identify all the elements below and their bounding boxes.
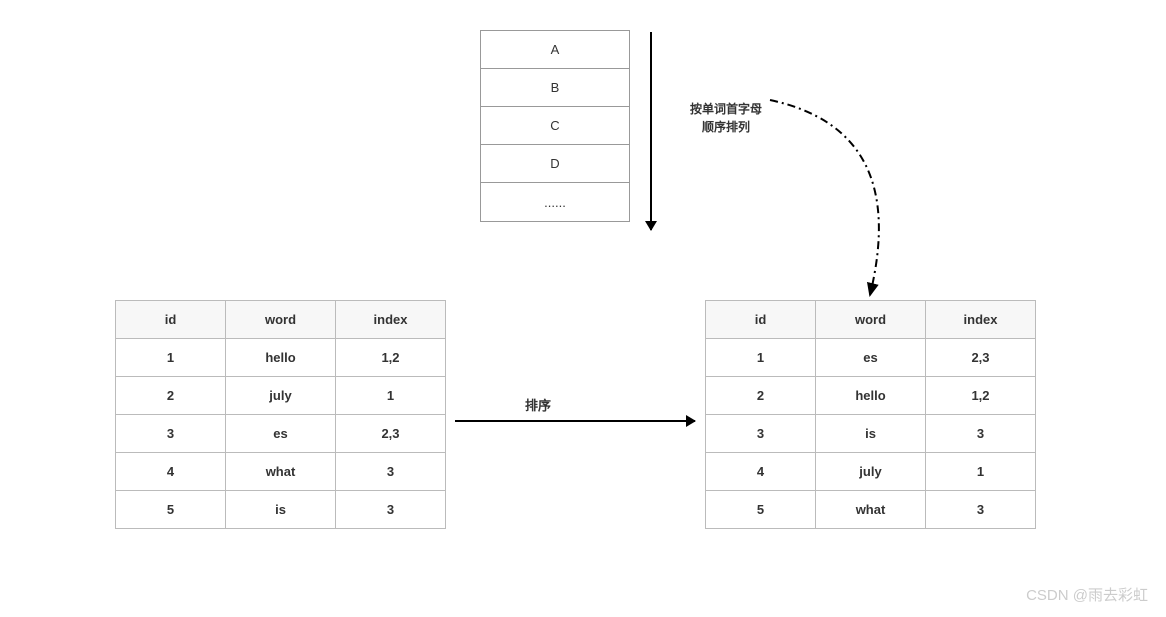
col-header-word: word	[816, 301, 926, 339]
alphabet-list: A B C D ......	[480, 30, 630, 222]
table-row: 4 july 1	[706, 453, 1036, 491]
cell-index: 1,2	[926, 377, 1036, 415]
col-header-index: index	[926, 301, 1036, 339]
table-row: 1 es 2,3	[706, 339, 1036, 377]
alpha-cell: A	[481, 31, 629, 69]
alpha-sort-label-line1: 按单词首字母	[690, 102, 762, 116]
cell-index: 3	[336, 453, 446, 491]
cell-index: 3	[336, 491, 446, 529]
cell-index: 3	[926, 415, 1036, 453]
cell-id: 3	[706, 415, 816, 453]
cell-word: is	[816, 415, 926, 453]
sorted-table: id word index 1 es 2,3 2 hello 1,2 3 is …	[705, 300, 1036, 529]
cell-word: july	[816, 453, 926, 491]
cell-id: 3	[116, 415, 226, 453]
cell-word: what	[226, 453, 336, 491]
table-row: 5 what 3	[706, 491, 1036, 529]
cell-index: 3	[926, 491, 1036, 529]
cell-index: 1	[336, 377, 446, 415]
alpha-cell: B	[481, 69, 629, 107]
table-header-row: id word index	[706, 301, 1036, 339]
cell-id: 5	[706, 491, 816, 529]
cell-index: 1,2	[336, 339, 446, 377]
col-header-word: word	[226, 301, 336, 339]
cell-word: hello	[816, 377, 926, 415]
table-row: 3 is 3	[706, 415, 1036, 453]
alpha-sort-label-line2: 顺序排列	[702, 120, 750, 134]
col-header-index: index	[336, 301, 446, 339]
cell-id: 2	[116, 377, 226, 415]
cell-id: 5	[116, 491, 226, 529]
table-row: 3 es 2,3	[116, 415, 446, 453]
cell-index: 1	[926, 453, 1036, 491]
watermark: CSDN @雨去彩虹	[1026, 584, 1148, 605]
table-row: 2 hello 1,2	[706, 377, 1036, 415]
cell-id: 1	[116, 339, 226, 377]
cell-id: 4	[706, 453, 816, 491]
table-row: 1 hello 1,2	[116, 339, 446, 377]
table-row: 4 what 3	[116, 453, 446, 491]
cell-word: july	[226, 377, 336, 415]
cell-index: 2,3	[336, 415, 446, 453]
arrow-right-icon	[455, 420, 695, 422]
sort-label: 排序	[525, 395, 551, 414]
table-row: 2 july 1	[116, 377, 446, 415]
table-row: 5 is 3	[116, 491, 446, 529]
source-table: id word index 1 hello 1,2 2 july 1 3 es …	[115, 300, 446, 529]
col-header-id: id	[116, 301, 226, 339]
alpha-sort-label: 按单词首字母 顺序排列	[690, 100, 762, 136]
cell-word: es	[816, 339, 926, 377]
cell-id: 1	[706, 339, 816, 377]
alpha-cell: D	[481, 145, 629, 183]
alpha-cell: C	[481, 107, 629, 145]
alpha-cell: ......	[481, 183, 629, 221]
cell-word: hello	[226, 339, 336, 377]
cell-word: es	[226, 415, 336, 453]
cell-word: what	[816, 491, 926, 529]
col-header-id: id	[706, 301, 816, 339]
cell-id: 4	[116, 453, 226, 491]
cell-index: 2,3	[926, 339, 1036, 377]
table-header-row: id word index	[116, 301, 446, 339]
arrow-down-icon	[650, 32, 652, 230]
cell-word: is	[226, 491, 336, 529]
cell-id: 2	[706, 377, 816, 415]
